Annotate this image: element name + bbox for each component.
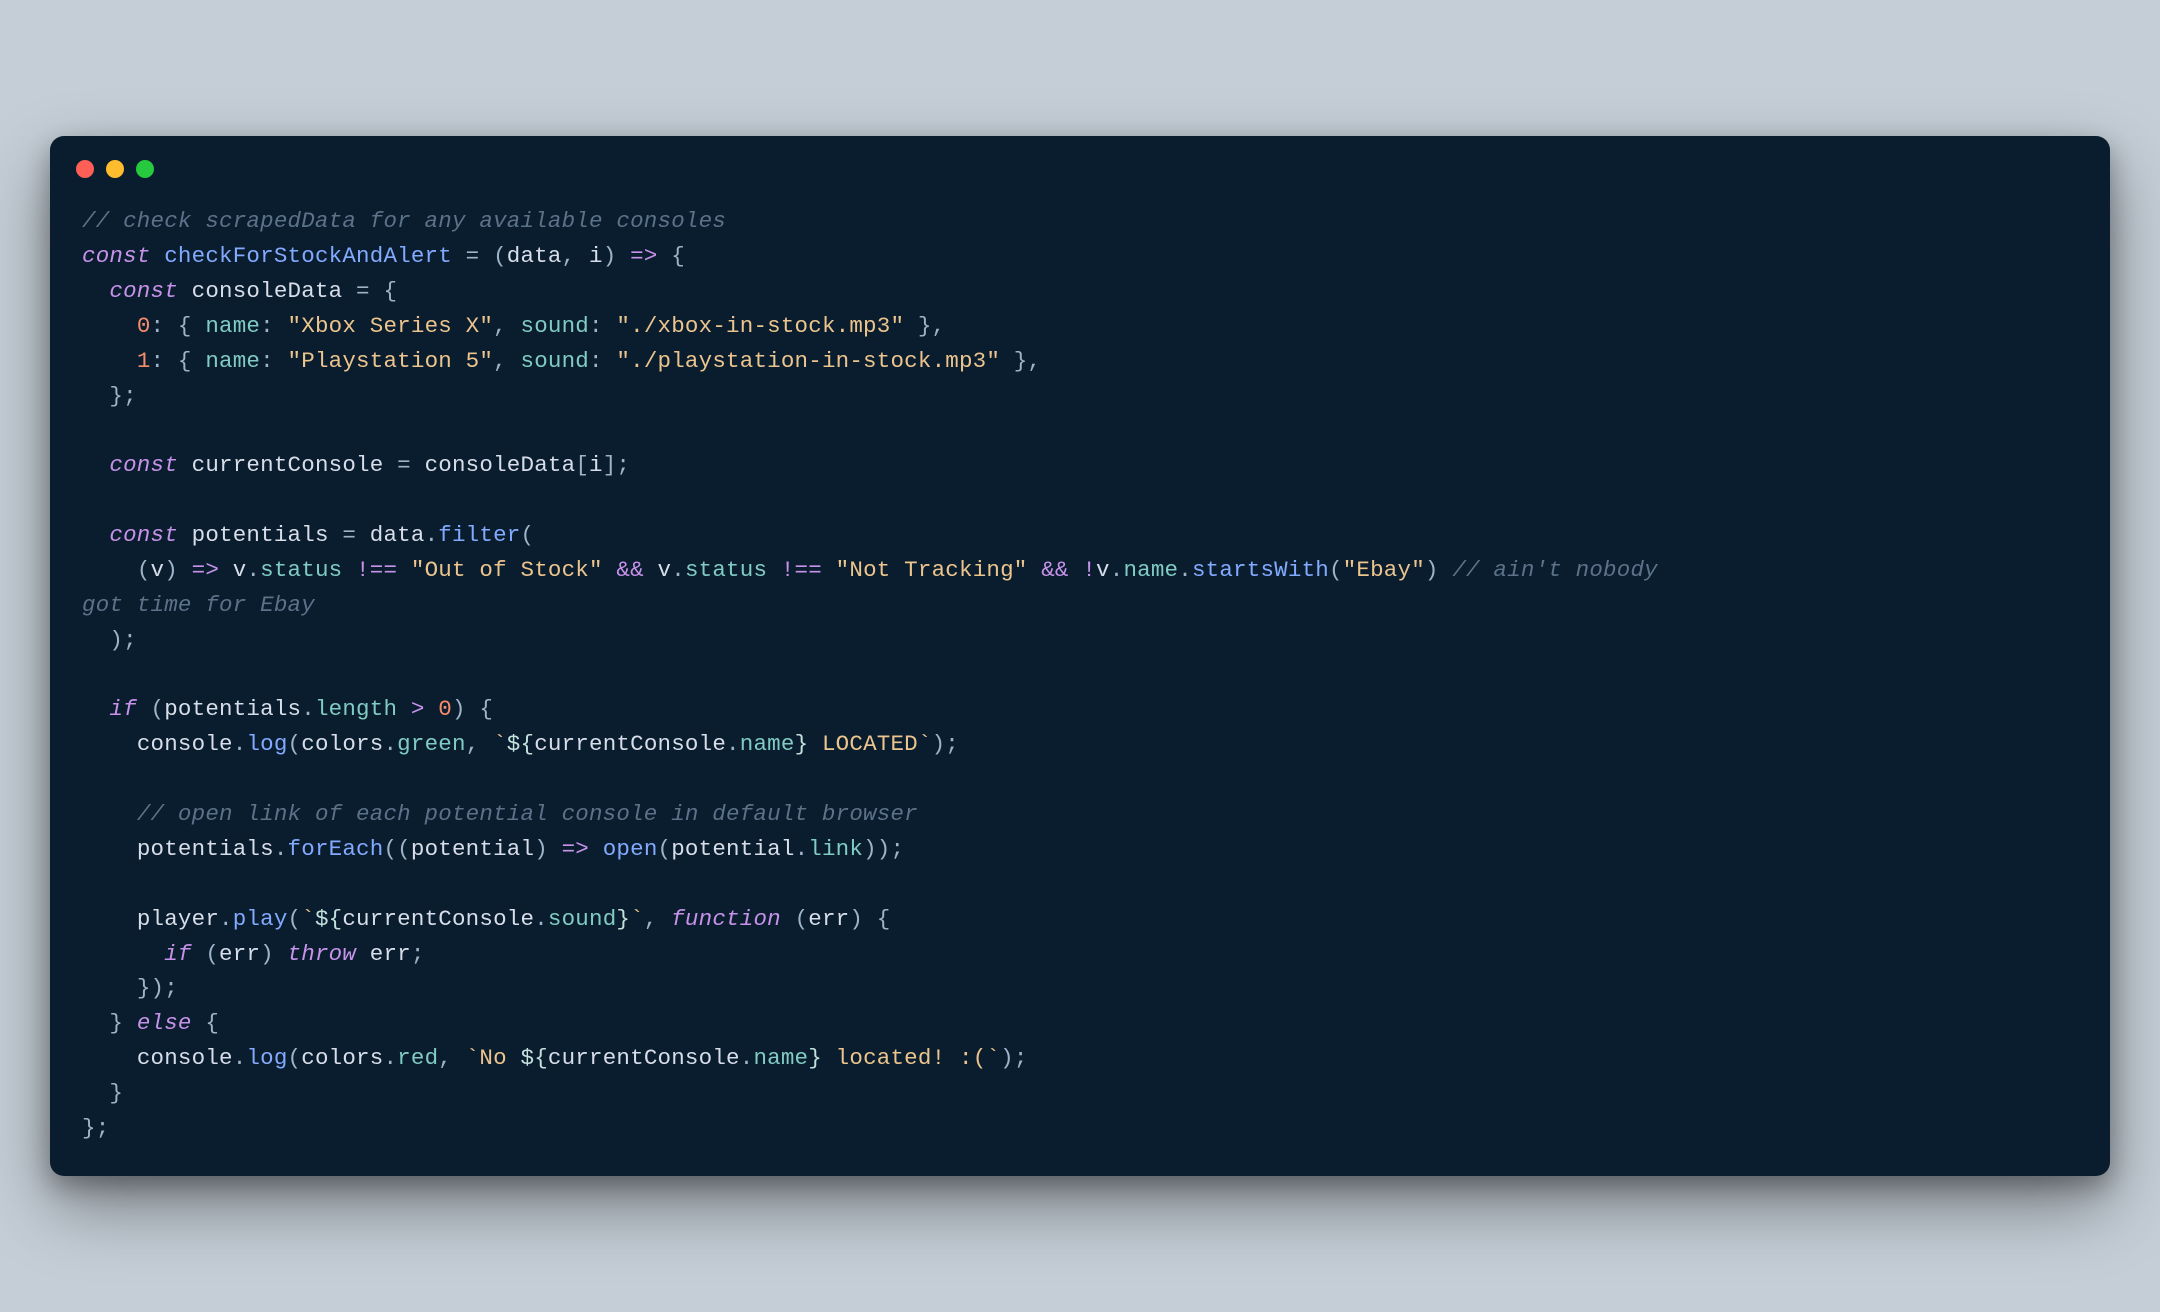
- comment: // check scrapedData for any available c…: [82, 208, 726, 234]
- window-titlebar: [50, 136, 2110, 190]
- maximize-icon[interactable]: [136, 160, 154, 178]
- code-window: // check scrapedData for any available c…: [50, 136, 2110, 1176]
- code-block: // check scrapedData for any available c…: [50, 190, 2110, 1146]
- function-name: checkForStockAndAlert: [164, 243, 452, 269]
- minimize-icon[interactable]: [106, 160, 124, 178]
- keyword-const: const: [82, 243, 151, 269]
- close-icon[interactable]: [76, 160, 94, 178]
